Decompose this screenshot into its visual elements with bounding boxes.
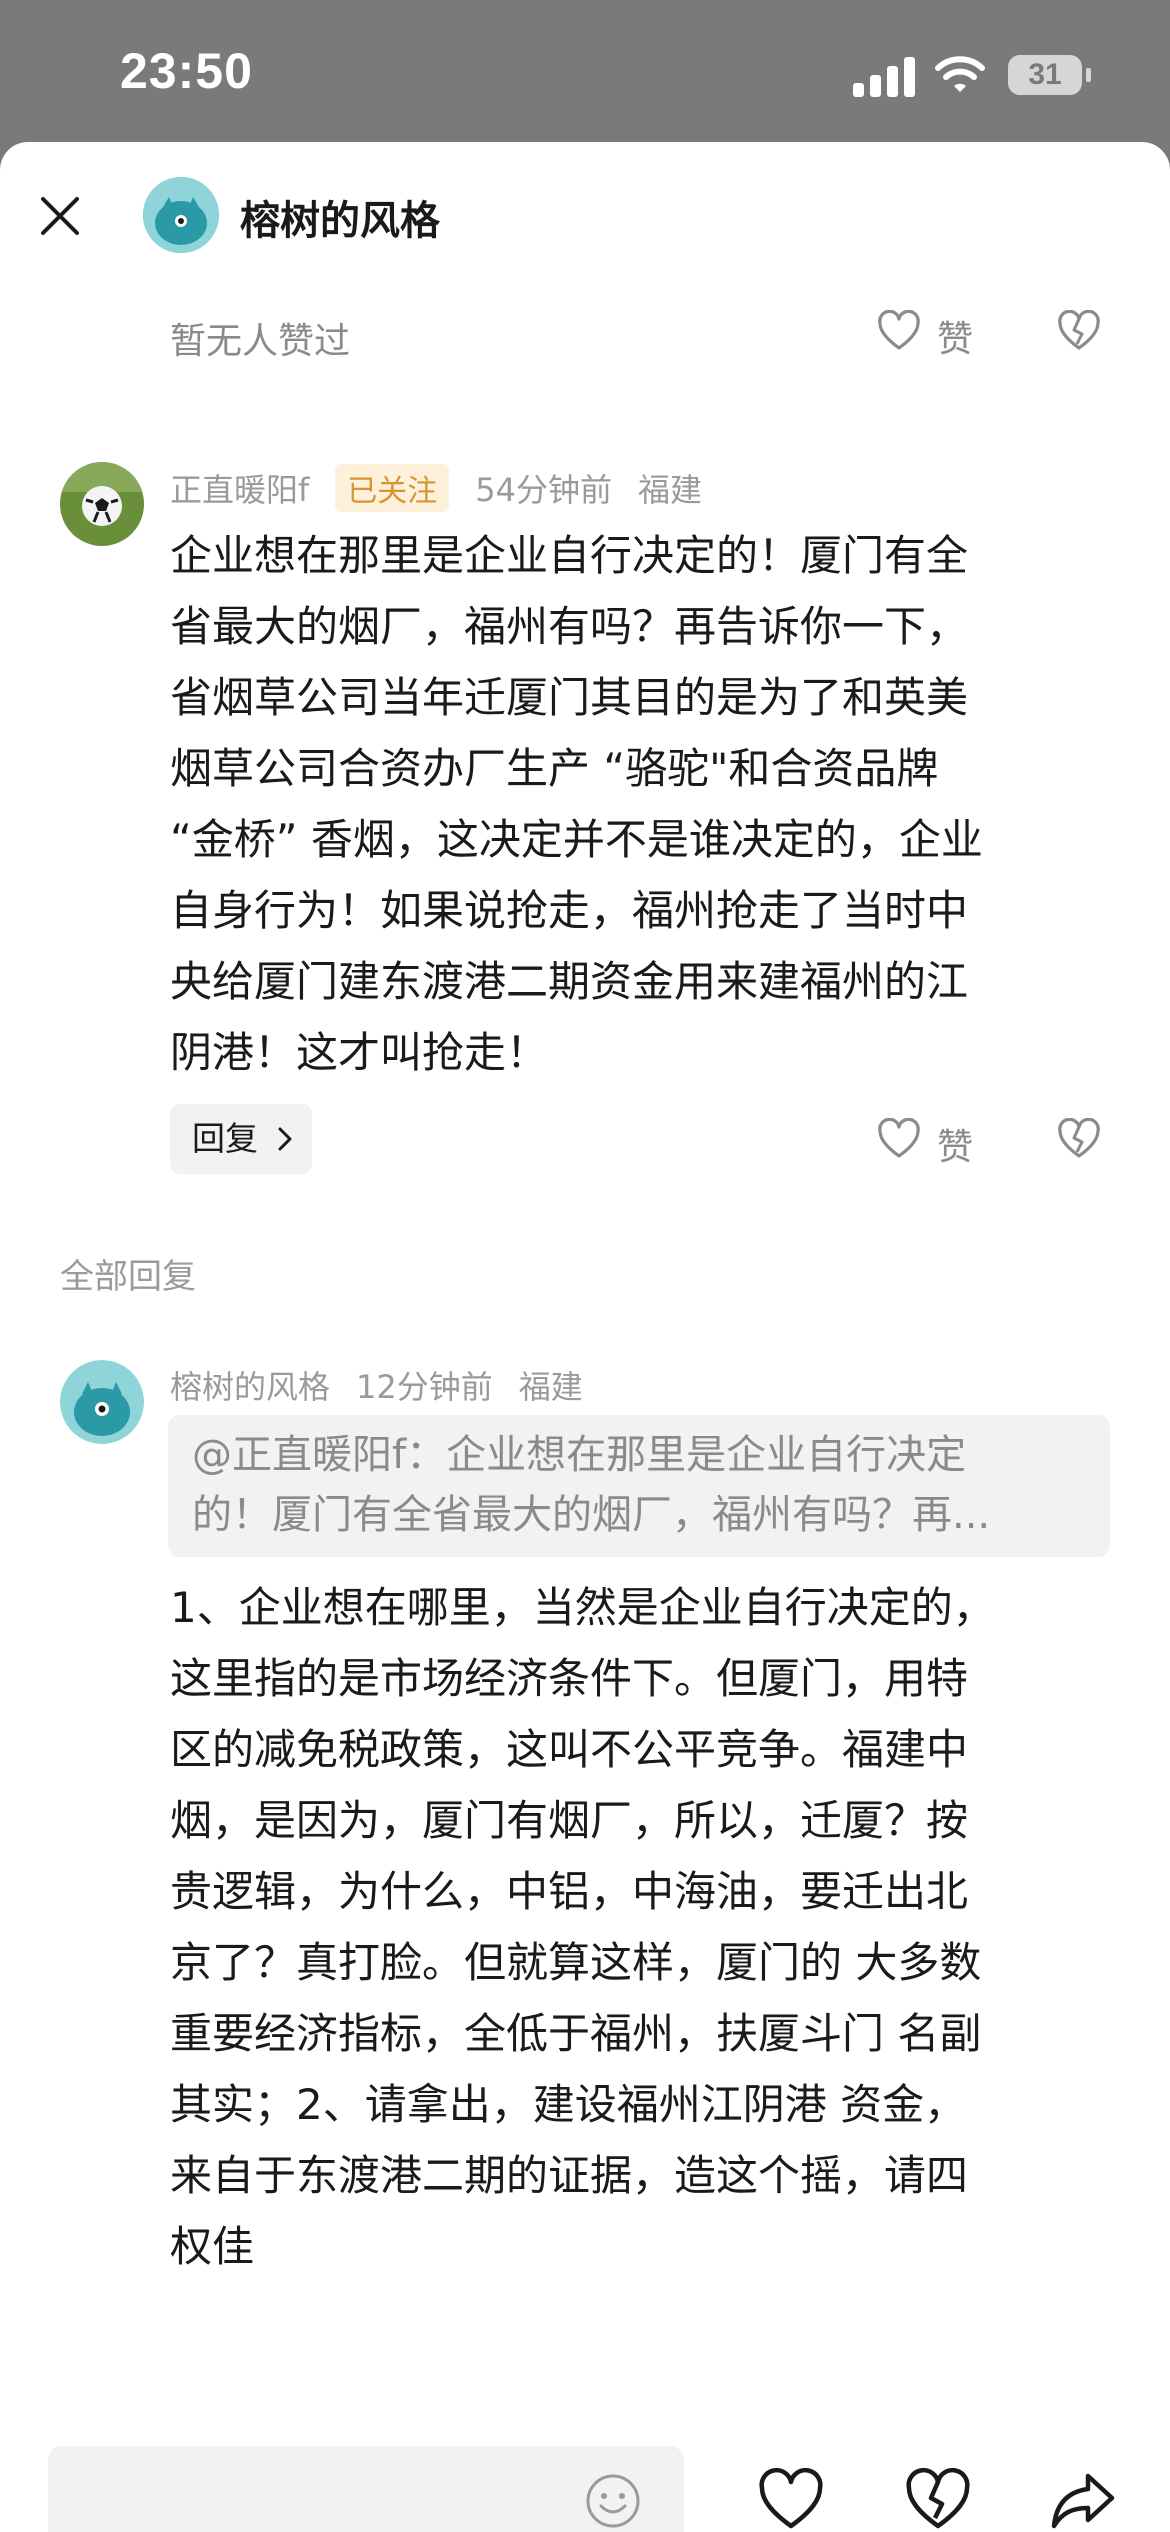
reply-label: 回复 <box>192 1119 258 1158</box>
quote-line: 的！厦门有全省最大的烟厂，福州有吗？再... <box>192 1492 991 1538</box>
chevron-right-icon <box>278 1127 292 1151</box>
reply-line: 贵逻辑，为什么，中铝，中海油，要迁出北 <box>170 1867 969 1916</box>
all-replies-heading: 全部回复 <box>60 1257 196 1297</box>
comment-line: 烟草公司合资办厂生产 “骆驼"和合资品牌 <box>170 744 939 793</box>
likes-summary-row: 暂无人赞过 赞 <box>0 292 1170 372</box>
battery-icon: 31 <box>1008 55 1082 95</box>
comment-meta: 正直暖阳f 已关注 54分钟前 福建 <box>170 464 728 512</box>
broken-heart-icon[interactable] <box>1057 1118 1101 1162</box>
comment-like-label: 赞 <box>937 1127 974 1168</box>
status-time: 23:50 <box>120 43 253 99</box>
heart-outline-icon <box>878 1118 920 1158</box>
reply-line: 权佳 <box>170 2222 255 2271</box>
comment-line: 自身行为！如果说抢走，福州抢走了当时中 <box>170 886 969 935</box>
comment-body: 企业想在那里是企业自行决定的！厦门有全 省最大的烟厂，福州有吗？再告诉你一下， … <box>170 520 1120 1088</box>
reply-line: 来自于东渡港二期的证据，造这个摇，请四 <box>170 2151 969 2200</box>
header-title: 榕树的风格 <box>240 198 440 244</box>
comment-line: 央给厦门建东渡港二期资金用来建福州的江 <box>170 957 969 1006</box>
heart-outline-icon[interactable] <box>758 2468 824 2532</box>
comment-like-button[interactable]: 赞 <box>877 1110 987 1170</box>
comment-line: “金桥” 香烟，这决定并不是谁决定的，企业 <box>170 815 983 864</box>
comment-line: 企业想在那里是企业自行决定的！厦门有全 <box>170 531 969 580</box>
comment-username[interactable]: 正直暖阳f <box>170 471 309 509</box>
likes-summary-text: 暂无人赞过 <box>170 321 351 362</box>
reply-line: 这里指的是市场经济条件下。但厦门，用特 <box>170 1654 969 1703</box>
soccer-ball-avatar-icon <box>60 462 144 546</box>
broken-heart-icon[interactable] <box>905 2468 971 2532</box>
reply-username[interactable]: 榕树的风格 <box>170 1368 330 1406</box>
wifi-icon <box>935 56 985 92</box>
battery-tip <box>1086 68 1091 82</box>
header-avatar[interactable] <box>143 177 219 253</box>
reply-time: 12分钟前 <box>356 1368 493 1406</box>
cellular-signal-icon <box>853 55 915 97</box>
reply-line: 烟，是因为，厦门有烟厂，所以，迁厦？按 <box>170 1796 969 1845</box>
battery-level: 31 <box>1028 58 1062 91</box>
comment-line: 省烟草公司当年迁厦门其目的是为了和英美 <box>170 673 969 722</box>
reply-button[interactable]: 回复 <box>170 1104 312 1174</box>
follow-badge: 已关注 <box>335 464 450 512</box>
heart-outline-icon <box>878 310 920 350</box>
smiley-icon[interactable] <box>584 2472 642 2530</box>
comment-avatar[interactable] <box>60 462 144 546</box>
comment-line: 阴港！这才叫抢走！ <box>170 1028 549 1077</box>
avatar-creature-icon <box>60 1360 144 1444</box>
reply-line: 京了？真打脸。但就算这样，厦门的 大多数 <box>170 1938 982 1987</box>
share-arrow-icon[interactable] <box>1050 2468 1116 2532</box>
broken-heart-icon[interactable] <box>1057 310 1101 354</box>
status-bar: 23:50 31 <box>0 0 1170 150</box>
reply-body: 1、企业想在哪里，当然是企业自行决定的， 这里指的是市场经济条件下。但厦门，用特… <box>170 1572 1120 2282</box>
reply-meta: 榕树的风格 12分钟前 福建 <box>170 1362 609 1408</box>
reply-avatar[interactable] <box>60 1360 144 1444</box>
close-icon[interactable] <box>38 194 82 238</box>
comment-time: 54分钟前 <box>475 471 613 509</box>
quoted-comment[interactable]: @正直暖阳f：企业想在那里是企业自行决定 的！厦门有全省最大的烟厂，福州有吗？再… <box>168 1415 1110 1557</box>
reply-location: 福建 <box>518 1368 583 1406</box>
like-button[interactable]: 赞 <box>877 302 987 362</box>
comment-line: 省最大的烟厂，福州有吗？再告诉你一下， <box>170 602 969 651</box>
like-label: 赞 <box>937 319 974 360</box>
reply-line: 其实；2、请拿出，建设福州江阴港 资金， <box>170 2080 967 2129</box>
comment-location: 福建 <box>638 471 703 509</box>
reply-line: 区的减免税政策，这叫不公平竞争。福建中 <box>170 1725 969 1774</box>
bottom-action-bar <box>0 2282 1170 2532</box>
reply-line: 重要经济指标，全低于福州，扶厦斗门 名副 <box>170 2009 982 2058</box>
quote-line: @正直暖阳f：企业想在那里是企业自行决定 <box>192 1432 967 1478</box>
reply-line: 1、企业想在哪里，当然是企业自行决定的， <box>170 1583 995 1632</box>
comment-sheet: 榕树的风格 暂无人赞过 赞 正直暖阳f 已关注 54分钟前 福建 企业想在那里是企业自… <box>0 142 1170 2532</box>
avatar-creature-icon <box>143 177 219 253</box>
